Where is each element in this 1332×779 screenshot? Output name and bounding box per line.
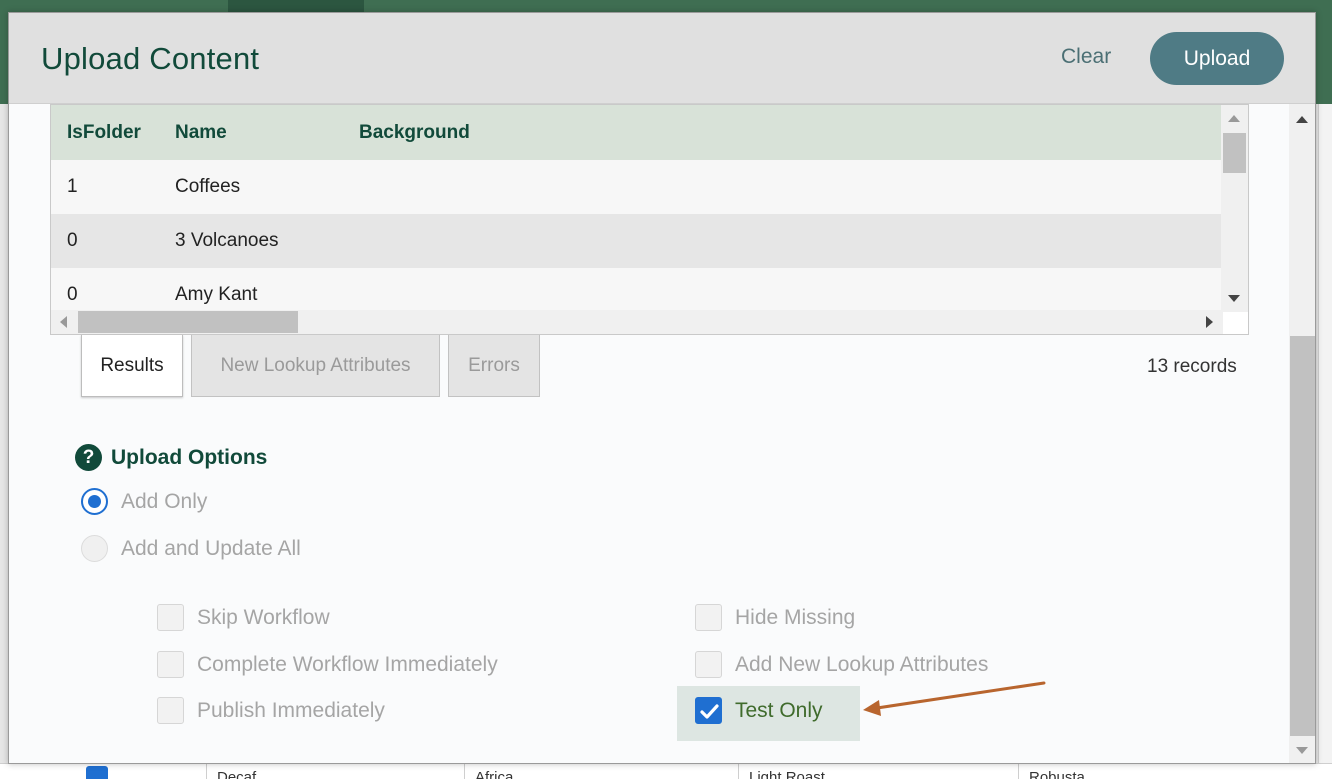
- scroll-right-arrow-icon[interactable]: [1206, 316, 1213, 328]
- help-icon[interactable]: ?: [75, 444, 102, 471]
- column-header-isfolder[interactable]: IsFolder: [51, 105, 159, 160]
- grid-horizontal-scrollbar[interactable]: [51, 310, 1223, 334]
- option-complete-workflow-immediately[interactable]: Complete Workflow Immediately: [157, 651, 498, 678]
- grid-vertical-scrollbar[interactable]: [1221, 105, 1248, 312]
- clear-button[interactable]: Clear: [1061, 45, 1111, 69]
- checkbox-label: Publish Immediately: [197, 698, 385, 722]
- upload-options-title: Upload Options: [111, 445, 268, 469]
- option-skip-workflow[interactable]: Skip Workflow: [157, 604, 330, 631]
- cell-isfolder: 1: [51, 160, 159, 214]
- checkbox-checked[interactable]: [695, 697, 722, 724]
- preview-table: IsFolder Name Background 1 Coffees 0 3 V…: [51, 105, 1221, 322]
- tab-results[interactable]: Results: [81, 335, 183, 397]
- annotation-arrow-icon: [863, 681, 1046, 716]
- cell-background: [343, 214, 1221, 268]
- tab-new-lookup-attributes[interactable]: New Lookup Attributes: [191, 335, 440, 397]
- scrollbar-thumb[interactable]: [1223, 133, 1246, 173]
- scroll-left-arrow-icon[interactable]: [60, 316, 67, 328]
- radio-button[interactable]: [81, 488, 108, 515]
- cell-isfolder: 0: [51, 214, 159, 268]
- background-cell: Robusta: [1018, 764, 1308, 779]
- option-publish-immediately[interactable]: Publish Immediately: [157, 697, 385, 724]
- dialog-scrollbar[interactable]: [1289, 104, 1315, 763]
- option-test-only[interactable]: Test Only: [695, 697, 823, 724]
- option-add-new-lookup-attributes[interactable]: Add New Lookup Attributes: [695, 651, 988, 678]
- table-header-row: IsFolder Name Background: [51, 105, 1221, 160]
- dialog-header: Upload Content Clear Upload: [9, 13, 1315, 104]
- radio-add-and-update-all[interactable]: Add and Update All: [81, 535, 301, 562]
- scroll-up-arrow-icon[interactable]: [1296, 116, 1308, 123]
- radio-label: Add Only: [121, 489, 208, 513]
- dialog-title: Upload Content: [41, 41, 260, 76]
- radio-button[interactable]: [81, 535, 108, 562]
- tab-errors[interactable]: Errors: [448, 335, 540, 397]
- checkbox[interactable]: [157, 651, 184, 678]
- checkbox-label: Hide Missing: [735, 605, 856, 629]
- scroll-down-arrow-icon[interactable]: [1296, 747, 1308, 754]
- option-hide-missing[interactable]: Hide Missing: [695, 604, 855, 631]
- checkbox[interactable]: [157, 604, 184, 631]
- upload-button[interactable]: Upload: [1150, 32, 1284, 85]
- checkbox-label: Test Only: [735, 698, 823, 722]
- checkbox[interactable]: [695, 604, 722, 631]
- preview-grid: IsFolder Name Background 1 Coffees 0 3 V…: [50, 104, 1249, 335]
- scrollbar-thumb[interactable]: [78, 311, 298, 333]
- column-header-name[interactable]: Name: [159, 105, 343, 160]
- background-cell: Africa: [464, 764, 738, 779]
- cell-name: Coffees: [159, 160, 343, 214]
- scroll-down-arrow-icon[interactable]: [1228, 295, 1240, 302]
- cell-background: [343, 160, 1221, 214]
- background-table-row: Decaf Africa Light Roast Robusta: [0, 763, 1332, 779]
- upload-content-dialog: Upload Content Clear Upload IsFolder Nam…: [8, 12, 1316, 764]
- table-row[interactable]: 0 3 Volcanoes: [51, 214, 1221, 268]
- checkbox[interactable]: [695, 651, 722, 678]
- background-cell: Light Roast: [738, 764, 1018, 779]
- scroll-up-arrow-icon[interactable]: [1228, 115, 1240, 122]
- background-cell: Decaf: [206, 764, 464, 779]
- background-row-checkbox: [86, 766, 108, 779]
- scrollbar-thumb[interactable]: [1290, 336, 1315, 736]
- checkbox-label: Skip Workflow: [197, 605, 330, 629]
- table-row[interactable]: 1 Coffees: [51, 160, 1221, 214]
- upload-options-heading: ? Upload Options: [75, 444, 267, 471]
- radio-label: Add and Update All: [121, 536, 301, 560]
- record-count: 13 records: [1147, 356, 1237, 377]
- checkbox-label: Add New Lookup Attributes: [735, 652, 989, 676]
- checkmark-icon: [700, 704, 719, 719]
- radio-add-only[interactable]: Add Only: [81, 488, 207, 515]
- cell-name: 3 Volcanoes: [159, 214, 343, 268]
- checkbox[interactable]: [157, 697, 184, 724]
- background-app-edge: [1318, 104, 1332, 779]
- column-header-background[interactable]: Background: [343, 105, 1221, 160]
- checkbox-label: Complete Workflow Immediately: [197, 652, 498, 676]
